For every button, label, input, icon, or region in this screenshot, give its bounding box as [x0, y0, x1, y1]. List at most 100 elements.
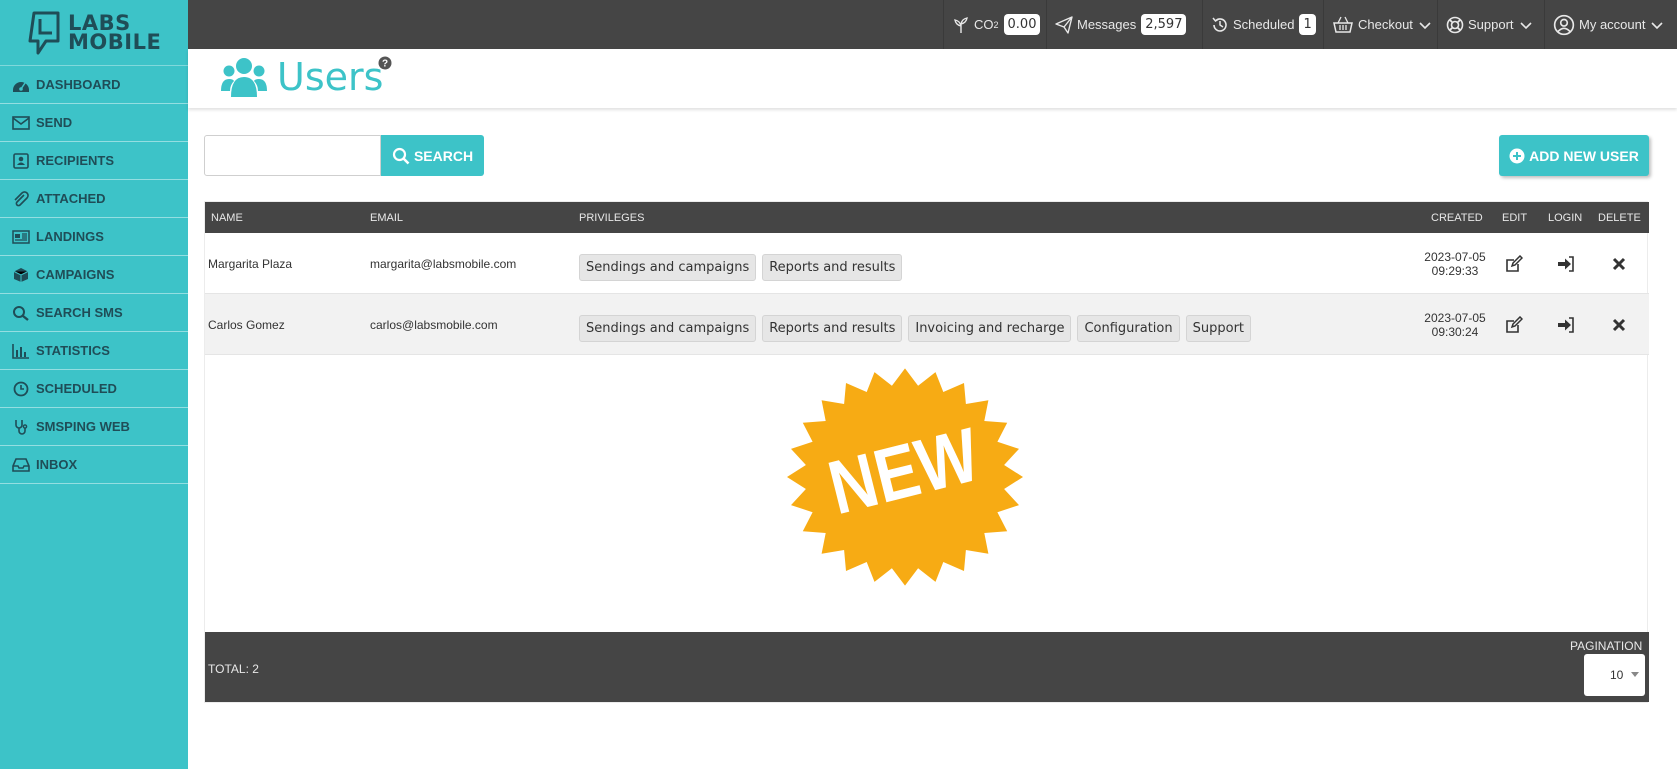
sidebar-item-label: SEND — [36, 115, 73, 130]
created-time: 09:30:24 — [1431, 325, 1479, 339]
search-button[interactable]: SEARCH — [381, 135, 484, 176]
sidebar-item-landings[interactable]: LANDINGS — [0, 218, 188, 256]
dashboard-icon — [11, 77, 31, 93]
privilege-tag: Support — [1185, 315, 1252, 342]
sidebar-item-smsping-web[interactable]: SMSPING WEB — [0, 408, 188, 446]
newspaper-icon — [11, 229, 31, 245]
pagination-label: PAGINATION — [1570, 639, 1643, 653]
column-header-edit: EDIT — [1502, 212, 1528, 224]
add-new-user-button[interactable]: ADD NEW USER — [1499, 135, 1649, 176]
sidebar-item-label: RECIPIENTS — [36, 153, 115, 168]
sidebar-item-dashboard[interactable]: DASHBOARD — [0, 66, 188, 104]
paper-plane-icon — [1055, 15, 1073, 34]
sidebar-item-label: LANDINGS — [36, 229, 104, 244]
bar-chart-icon — [11, 343, 31, 359]
table-row: Carlos Gomez carlos@labsmobile.com Sendi… — [205, 294, 1649, 355]
search-icon — [11, 305, 31, 321]
user-name: Margarita Plaza — [208, 257, 293, 271]
caret-down-icon — [1631, 672, 1639, 677]
envelope-icon — [11, 115, 31, 131]
privilege-tag: Invoicing and recharge — [908, 315, 1072, 342]
search-button-label: SEARCH — [413, 147, 474, 164]
co2-label: CO — [974, 17, 994, 32]
contact-card-icon — [11, 152, 31, 169]
users-table: NAME EMAIL PRIVILEGES CREATED EDIT LOGIN… — [204, 201, 1649, 703]
inbox-icon — [11, 457, 31, 473]
column-header-email[interactable]: EMAIL — [370, 212, 403, 224]
paperclip-icon — [11, 190, 31, 207]
edit-icon[interactable] — [1505, 255, 1523, 273]
pagination-value: 10 — [1610, 668, 1624, 682]
scheduled-label: Scheduled — [1233, 17, 1295, 32]
sidebar: LABS MOBILE DASHBOARD SEND RECIPIENTS AT… — [0, 0, 188, 769]
column-header-login: LOGIN — [1548, 212, 1583, 224]
co2-value: 0.00 — [1003, 14, 1041, 35]
login-icon[interactable] — [1557, 255, 1575, 273]
help-icon[interactable]: ? — [378, 56, 392, 70]
chevron-down-icon — [1651, 21, 1664, 29]
created-datetime: 2023-07-05 09:30:24 — [1413, 311, 1497, 339]
sidebar-item-recipients[interactable]: RECIPIENTS — [0, 142, 188, 180]
total-count: TOTAL: 2 — [208, 662, 259, 676]
new-badge: NEW — [787, 368, 1023, 586]
co2-indicator[interactable]: CO 2 0.00 — [943, 0, 1041, 49]
scheduled-indicator[interactable]: Scheduled 1 — [1202, 0, 1316, 49]
chevron-down-icon — [1519, 21, 1532, 29]
created-date: 2023-07-05 — [1424, 311, 1486, 325]
sidebar-item-campaigns[interactable]: CAMPAIGNS — [0, 256, 188, 294]
account-label: My account — [1579, 17, 1646, 32]
page-title: Users — [277, 55, 384, 99]
table-row: Margarita Plaza margarita@labsmobile.com… — [205, 233, 1649, 294]
logo[interactable]: LABS MOBILE — [0, 0, 188, 66]
sidebar-item-label: DASHBOARD — [36, 77, 121, 92]
messages-indicator[interactable]: Messages 2,597 — [1046, 0, 1187, 49]
help-glyph: ? — [382, 59, 388, 70]
co2-subscript: 2 — [993, 19, 999, 30]
stethoscope-icon — [11, 419, 31, 435]
delete-icon[interactable] — [1610, 316, 1628, 334]
checkout-menu[interactable]: Checkout — [1323, 0, 1435, 49]
sidebar-item-label: ATTACHED — [36, 191, 106, 206]
privilege-tag: Sendings and campaigns — [579, 254, 757, 281]
sidebar-item-scheduled[interactable]: SCHEDULED — [0, 370, 188, 408]
privilege-tag: Reports and results — [762, 254, 903, 281]
column-header-privileges: PRIVILEGES — [579, 212, 645, 224]
created-datetime: 2023-07-05 09:29:33 — [1413, 250, 1497, 278]
support-menu[interactable]: Support — [1437, 0, 1536, 49]
column-header-created[interactable]: CREATED — [1431, 212, 1483, 224]
privilege-tag: Configuration — [1077, 315, 1180, 342]
sidebar-item-search-sms[interactable]: SEARCH SMS — [0, 294, 188, 332]
messages-count: 2,597 — [1141, 14, 1187, 35]
user-email: margarita@labsmobile.com — [370, 257, 517, 271]
edit-icon[interactable] — [1505, 316, 1523, 334]
search-input[interactable] — [204, 135, 381, 176]
table-footer: TOTAL: 2 PAGINATION 10 — [205, 632, 1649, 702]
sidebar-item-attached[interactable]: ATTACHED — [0, 180, 188, 218]
chevron-down-icon — [1419, 21, 1431, 29]
sidebar-item-label: SEARCH SMS — [36, 305, 123, 320]
column-header-name[interactable]: NAME — [211, 212, 243, 224]
account-menu[interactable]: My account — [1544, 0, 1667, 49]
pagination-select[interactable]: 10 — [1584, 654, 1645, 696]
lifebuoy-icon — [1446, 16, 1464, 33]
sidebar-item-statistics[interactable]: STATISTICS — [0, 332, 188, 370]
add-new-user-label: ADD NEW USER — [1529, 147, 1639, 164]
delete-icon[interactable] — [1610, 255, 1628, 273]
column-header-delete: DELETE — [1598, 212, 1641, 224]
user-email: carlos@labsmobile.com — [370, 318, 498, 332]
table-header: NAME EMAIL PRIVILEGES CREATED EDIT LOGIN… — [205, 202, 1649, 233]
sidebar-item-inbox[interactable]: INBOX — [0, 446, 188, 484]
basket-icon — [1333, 16, 1353, 33]
scheduled-count: 1 — [1299, 14, 1316, 35]
cube-icon — [11, 267, 31, 283]
top-bar: CO 2 0.00 Messages 2,597 Scheduled 1 Chec… — [188, 0, 1677, 49]
sidebar-item-send[interactable]: SEND — [0, 104, 188, 142]
messages-label: Messages — [1077, 17, 1137, 32]
page-header: Users ? — [188, 49, 1677, 108]
sidebar-item-label: CAMPAIGNS — [36, 267, 115, 282]
users-icon — [221, 58, 267, 97]
privileges-list: Sendings and campaigns Reports and resul… — [579, 254, 903, 281]
created-date: 2023-07-05 — [1424, 250, 1486, 264]
privilege-tag: Sendings and campaigns — [579, 315, 757, 342]
login-icon[interactable] — [1557, 316, 1575, 334]
